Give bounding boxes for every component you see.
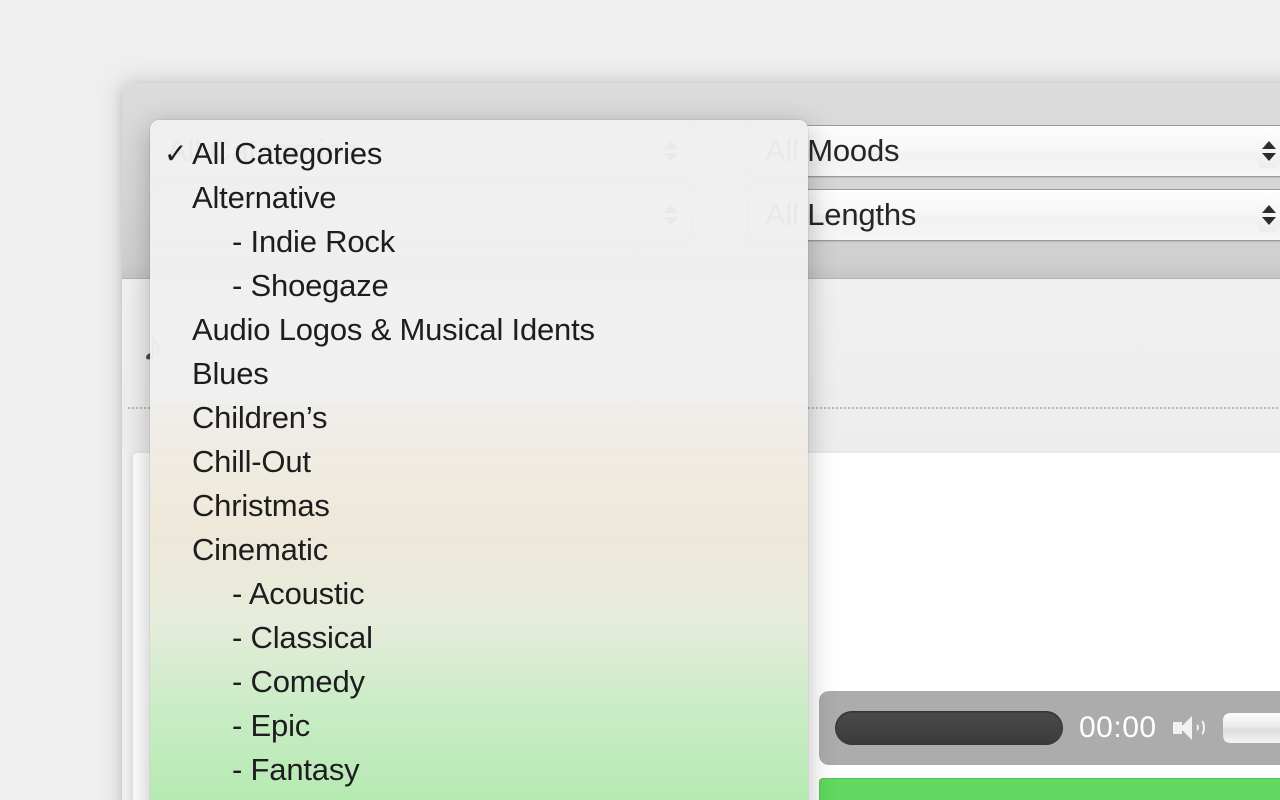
- dropdown-item-label: Comedy: [192, 664, 365, 700]
- dropdown-item-label: Children’s: [192, 400, 328, 435]
- dropdown-item-label: Classical: [192, 620, 373, 656]
- dropdown-item[interactable]: Comedy: [150, 660, 808, 704]
- dropdown-item-label: Blues: [192, 356, 269, 391]
- dropdown-item-label: Fantasy: [192, 752, 360, 788]
- dropdown-item-label: Horror: [192, 796, 338, 800]
- moods-popup-arrows[interactable]: [1258, 134, 1280, 168]
- screen: All Categories All Moods: [0, 0, 1280, 800]
- dropdown-item[interactable]: Audio Logos & Musical Idents: [150, 308, 808, 352]
- dropdown-item[interactable]: Horror: [150, 792, 808, 800]
- categories-dropdown-menu[interactable]: ✓All Categories Alternative Indie Rock Shoe…: [150, 120, 808, 800]
- moods-popup-button[interactable]: All Moods: [748, 125, 1280, 177]
- dropdown-item-label: Cinematic: [192, 532, 329, 567]
- dropdown-item[interactable]: Indie Rock: [150, 220, 808, 264]
- dropdown-item-label: Indie Rock: [192, 224, 396, 260]
- dropdown-item[interactable]: Shoegaze: [150, 264, 808, 308]
- chevron-down-icon: [1262, 217, 1276, 225]
- dropdown-item[interactable]: Acoustic: [150, 572, 808, 616]
- elapsed-time: 00:00: [1079, 711, 1157, 744]
- dropdown-item[interactable]: Cinematic: [150, 528, 808, 572]
- dropdown-item-label: Alternative: [192, 180, 337, 215]
- chevron-down-icon: [1262, 153, 1276, 161]
- speaker-volume-icon[interactable]: [1172, 713, 1207, 743]
- dropdown-item-label: Audio Logos & Musical Idents: [192, 312, 595, 347]
- seek-slider[interactable]: [835, 711, 1063, 745]
- chevron-up-icon: [1262, 205, 1276, 213]
- dropdown-item[interactable]: Blues: [150, 352, 808, 396]
- player-bar: 00:00: [819, 691, 1280, 765]
- volume-slider[interactable]: [1222, 713, 1280, 743]
- dropdown-item-label: Acoustic: [192, 576, 365, 612]
- checkmark-icon: ✓: [164, 138, 188, 169]
- dropdown-item[interactable]: Classical: [150, 616, 808, 660]
- dropdown-item[interactable]: Chill-Out: [150, 440, 808, 484]
- dropdown-item[interactable]: ✓ All Categories: [150, 132, 808, 176]
- dropdown-item-label: All Categories: [192, 136, 383, 171]
- dropdown-item[interactable]: Christmas: [150, 484, 808, 528]
- dropdown-item[interactable]: Alternative: [150, 176, 808, 220]
- dropdown-item-label: Shoegaze: [192, 268, 389, 304]
- lengths-popup-button[interactable]: All Lengths: [748, 189, 1280, 241]
- lengths-popup-arrows[interactable]: [1258, 198, 1280, 232]
- dropdown-item[interactable]: Fantasy: [150, 748, 808, 792]
- dropdown-item-label: Christmas: [192, 488, 330, 523]
- chevron-up-icon: [1262, 141, 1276, 149]
- dropdown-item[interactable]: Children’s: [150, 396, 808, 440]
- dropdown-item-label: Epic: [192, 708, 311, 744]
- status-highlight-bar: [819, 778, 1280, 800]
- dropdown-item[interactable]: Epic: [150, 704, 808, 748]
- dropdown-item-label: Chill-Out: [192, 444, 311, 479]
- volume-slider-fill: [1222, 713, 1280, 743]
